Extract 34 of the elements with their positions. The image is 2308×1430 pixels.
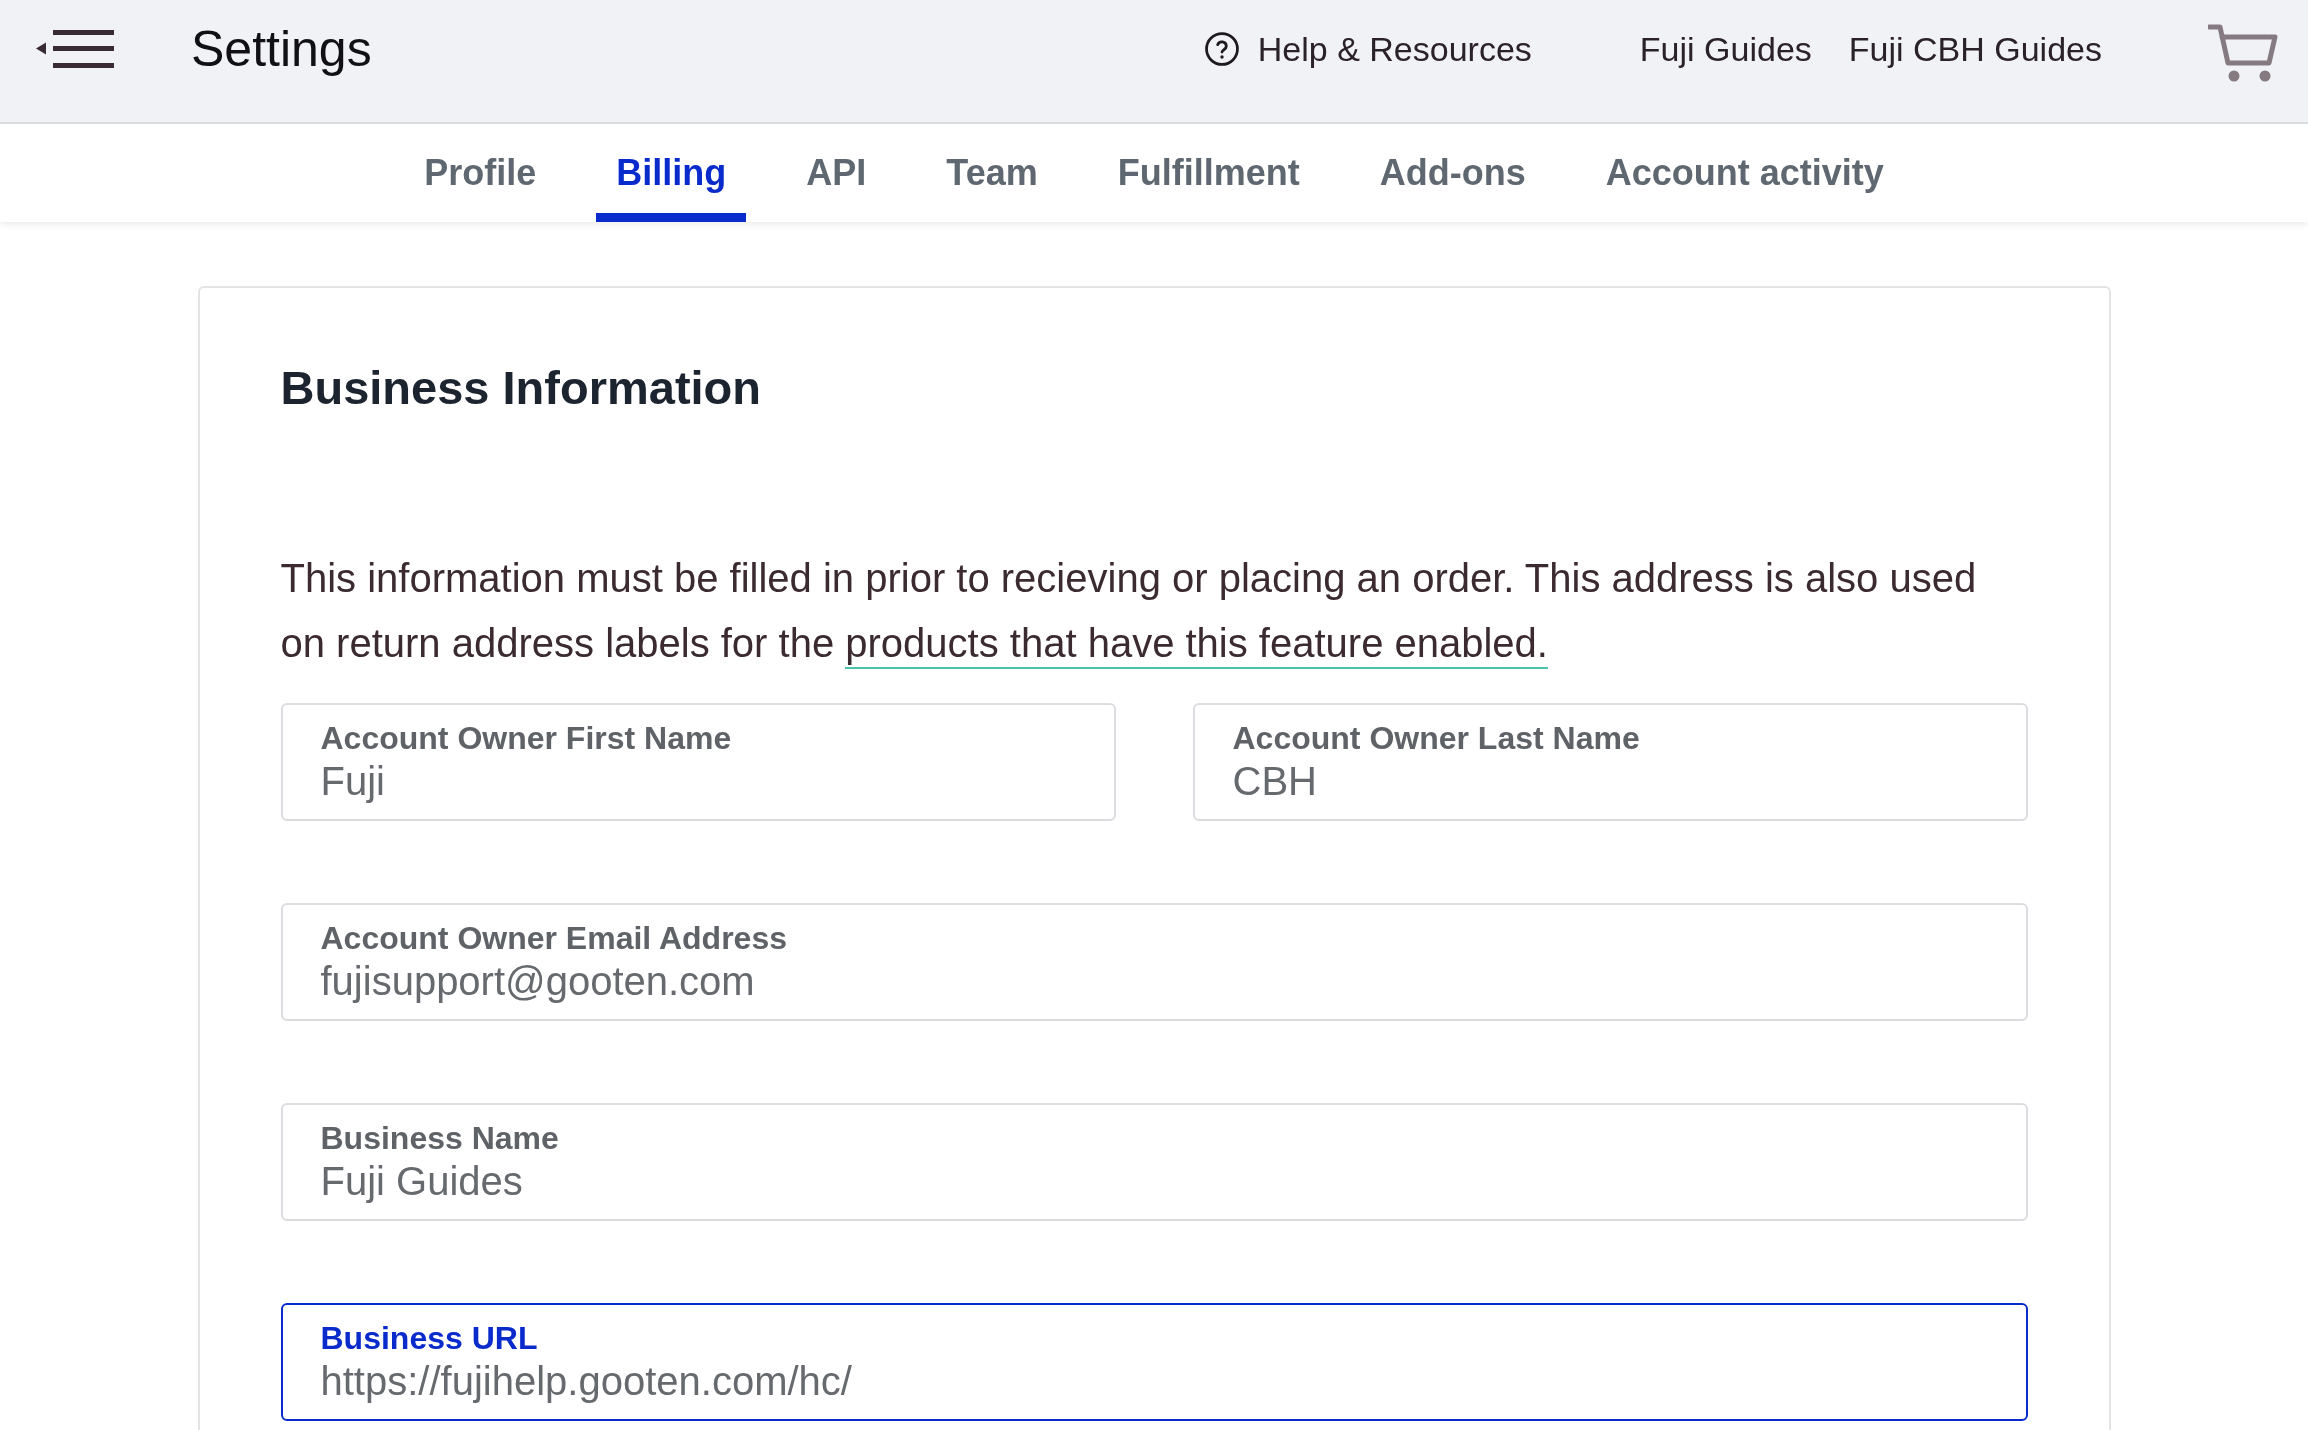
section-title: Business Information bbox=[280, 360, 762, 415]
account-link[interactable]: Fuji Guides bbox=[1639, 28, 1812, 70]
settings-tab[interactable]: Add-ons bbox=[1359, 124, 1546, 222]
input-field[interactable]: Fuji Guides bbox=[320, 1157, 1988, 1205]
menu-icon bbox=[36, 30, 114, 68]
cart-icon bbox=[2208, 23, 2278, 83]
input-field[interactable]: fujisupport@gooten.com bbox=[320, 957, 1988, 1005]
text-field[interactable]: Business URL https://fujihelp.gooten.com/hc/ bbox=[280, 1303, 2028, 1421]
input-field[interactable]: https://fujihelp.gooten.com/hc/ bbox=[320, 1357, 1988, 1405]
page-title: Settings bbox=[191, 20, 372, 79]
settings-tab[interactable]: Billing bbox=[596, 124, 747, 222]
text-field[interactable]: Account Owner First Name Fuji bbox=[280, 703, 1116, 821]
settings-tab[interactable]: Account activity bbox=[1585, 124, 1904, 222]
help-icon bbox=[1204, 32, 1239, 66]
settings-tab[interactable]: Fulfillment bbox=[1097, 124, 1320, 222]
field-label: Account Owner Email Address bbox=[320, 919, 787, 957]
field-label: Account Owner First Name bbox=[320, 719, 732, 757]
help-link[interactable]: Help & Resources bbox=[1204, 28, 1532, 70]
field-label: Business Name bbox=[320, 1119, 559, 1157]
text-field[interactable]: Business Name Fuji Guides bbox=[280, 1103, 2028, 1221]
menu-button[interactable] bbox=[36, 30, 114, 68]
input-field[interactable]: Fuji bbox=[320, 757, 1076, 805]
account-link[interactable]: Fuji CBH Guides bbox=[1848, 28, 2102, 70]
settings-tab[interactable]: Profile bbox=[404, 124, 557, 222]
settings-tab[interactable]: Team bbox=[926, 124, 1058, 222]
intro-text: This information must be filled in prior to recieving or placing an order. This address is also used on return address labels for the products that have this feature enabled. bbox=[280, 546, 2001, 676]
settings-tab[interactable]: API bbox=[786, 124, 887, 222]
text-field[interactable]: Account Owner Email Address fujisupport@gooten.com bbox=[280, 903, 2028, 1021]
cart-button[interactable] bbox=[2208, 23, 2278, 83]
field-label: Account Owner Last Name bbox=[1232, 719, 1640, 757]
input-field[interactable]: CBH bbox=[1232, 757, 1988, 805]
text-field[interactable]: Account Owner Last Name CBH bbox=[1192, 703, 2028, 821]
field-label: Business URL bbox=[320, 1319, 538, 1357]
inline-link[interactable]: products that have this feature enabled. bbox=[845, 621, 1548, 669]
